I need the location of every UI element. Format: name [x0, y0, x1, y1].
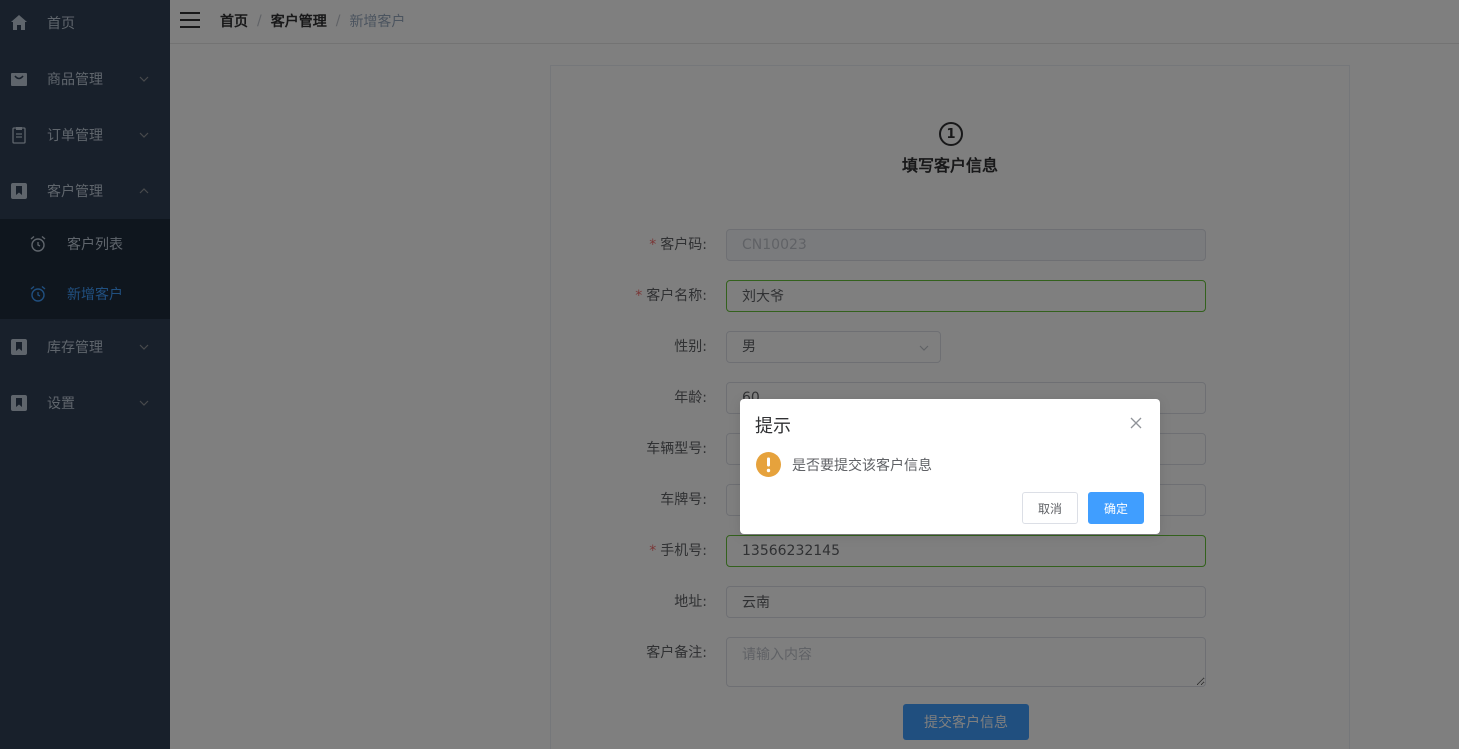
confirm-button[interactable]: 确定 [1088, 492, 1144, 524]
cancel-button[interactable]: 取消 [1022, 492, 1078, 524]
warning-icon [756, 452, 781, 477]
dialog-title: 提示 [755, 416, 791, 437]
dialog-message: 是否要提交该客户信息 [792, 458, 932, 474]
modal-overlay[interactable] [0, 0, 1459, 749]
confirm-dialog: 提示 是否要提交该客户信息 取消 确定 [740, 399, 1160, 534]
close-icon[interactable] [1129, 416, 1143, 430]
